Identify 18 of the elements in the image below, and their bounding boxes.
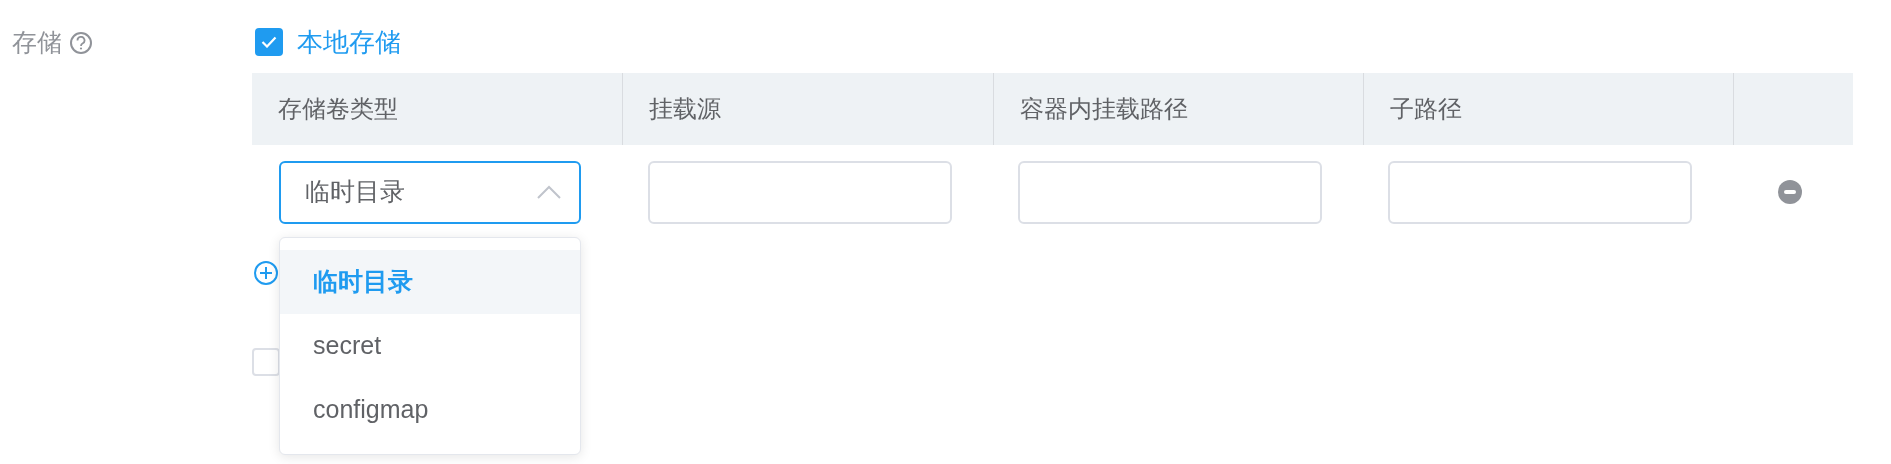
column-header: 挂载源 [649, 94, 721, 124]
checkbox[interactable] [252, 348, 280, 376]
checkbox[interactable] [255, 28, 283, 56]
input-field[interactable] [1018, 160, 1322, 224]
remove-icon[interactable] [1778, 180, 1802, 204]
field-label: 存储 [12, 27, 62, 58]
dropdown-option[interactable]: configmap [280, 378, 580, 442]
help-icon[interactable] [70, 32, 92, 54]
column-header: 子路径 [1390, 94, 1462, 124]
column-header: 容器内挂载路径 [1020, 94, 1188, 124]
dropdown-option[interactable]: secret [280, 314, 580, 378]
check-icon [261, 36, 277, 48]
input-field[interactable] [1388, 160, 1692, 224]
column-header: 存储卷类型 [278, 94, 398, 124]
select-field[interactable]: 临时目录 [279, 160, 581, 224]
checkbox-label: 本地存储 [297, 25, 401, 59]
caret-icon [537, 185, 561, 199]
input-field[interactable] [648, 160, 952, 224]
